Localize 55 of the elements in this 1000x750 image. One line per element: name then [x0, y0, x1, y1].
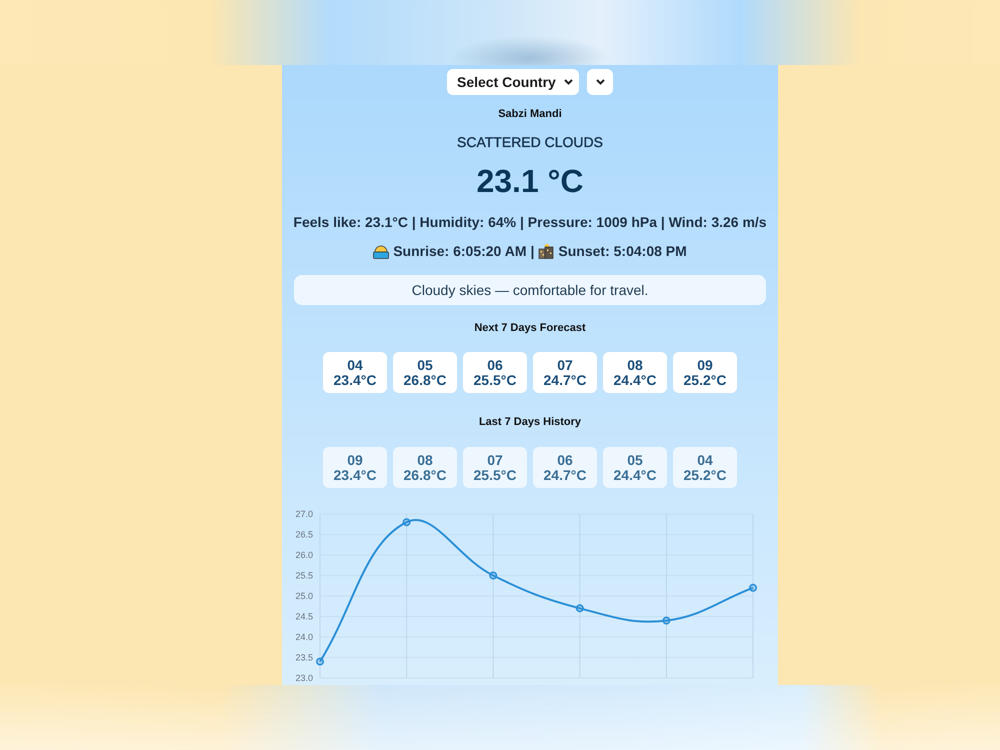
temperature-label: 25.2°C — [684, 468, 726, 482]
city-buildings-icon — [538, 243, 554, 259]
day-label: 06 — [557, 452, 573, 468]
day-label: 07 — [487, 452, 503, 468]
temperature-label: 26.8°C — [404, 372, 446, 388]
day-label: 08 — [417, 452, 433, 468]
axis-label: 27.0 — [295, 509, 313, 519]
day-label: 06 — [487, 358, 503, 372]
location-name: Sabzi Mandi — [498, 107, 562, 121]
country-select[interactable]: Select Country — [447, 69, 579, 95]
temperature-label: 24.7°C — [544, 372, 586, 388]
day-label: 05 — [417, 358, 433, 372]
axis-label: 24.0 — [295, 632, 313, 642]
day-label: 09 — [347, 452, 363, 468]
temperature-label: 24.7°C — [544, 468, 586, 482]
temperature-label: 23.4°C — [334, 372, 376, 388]
temperature-label: 25.5°C — [474, 468, 516, 482]
separator-text: | — [530, 243, 534, 259]
data-point — [316, 658, 324, 666]
axis-label: 26.5 — [295, 530, 313, 540]
city-select[interactable] — [587, 69, 613, 95]
axis-label: 25.0 — [295, 591, 313, 601]
data-point — [489, 572, 498, 580]
axis-label: 26.0 — [295, 550, 313, 560]
data-point — [749, 584, 757, 592]
caret-icon — [564, 79, 573, 85]
sunrise-time: Sunrise: 6:05:20 AM — [393, 243, 526, 259]
axis-label: 23.5 — [295, 652, 313, 662]
temperature-value: 23.1 °C — [476, 163, 584, 199]
temperature-label: 25.2°C — [684, 372, 726, 388]
section-title: Next 7 Days Forecast — [474, 321, 586, 335]
temperature-label: 23.4°C — [334, 468, 376, 482]
day-label: 04 — [697, 452, 713, 468]
data-point — [576, 604, 584, 612]
sunrise-icon — [373, 243, 390, 259]
data-point — [402, 518, 411, 526]
axis-label: 25.5 — [295, 570, 313, 580]
travel-advice: Cloudy skies — comfortable for travel. — [294, 275, 766, 305]
day-label: 09 — [697, 358, 713, 372]
section-title: Last 7 Days History — [478, 415, 582, 429]
day-label: 04 — [347, 358, 363, 372]
day-label: 05 — [627, 452, 643, 468]
temperature-label: 24.4°C — [614, 372, 656, 388]
data-point — [662, 616, 670, 625]
temperature-label: 25.5°C — [474, 372, 516, 388]
axis-label: 24.5 — [295, 612, 313, 622]
caret-icon — [596, 79, 604, 85]
weather-condition: SCATTERED CLOUDS — [457, 134, 603, 150]
day-label: 08 — [627, 358, 643, 372]
day-label: 07 — [557, 358, 573, 372]
temperature-label: 26.8°C — [404, 468, 446, 482]
temperature-label: 24.4°C — [614, 468, 656, 482]
weather-details: Feels like: 23.1°C | Humidity: 64% | Pressure: 1009 hPa | Wind: 3.26 m/s — [293, 213, 767, 231]
axis-label: 23.0 — [295, 673, 313, 683]
sunset-time: Sunset: 5:04:08 PM — [558, 243, 687, 259]
